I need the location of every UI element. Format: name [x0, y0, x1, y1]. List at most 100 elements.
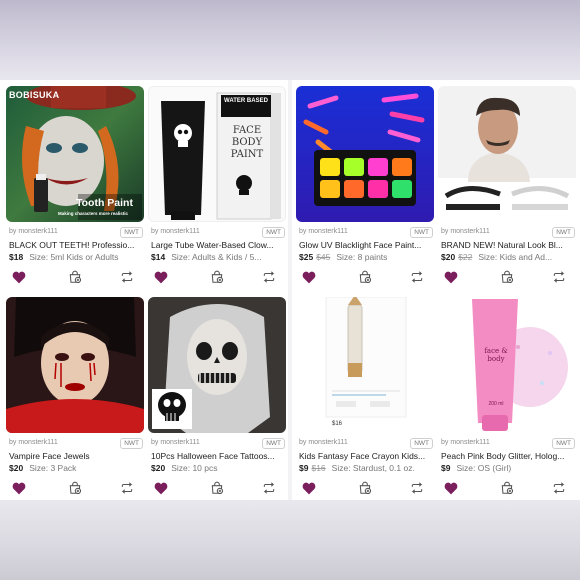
listing-title[interactable]: Glow UV Blacklight Face Paint... [299, 240, 433, 250]
listing-price: $9 [441, 463, 451, 473]
bag-plus-icon[interactable] [66, 268, 84, 286]
seller-row: by monsterk111 NWT [9, 438, 143, 450]
listing-title[interactable]: Peach Pink Body Glitter, Holog... [441, 451, 575, 461]
heart-icon[interactable] [152, 268, 170, 286]
price-row: $9 Size: OS (Girl) [441, 463, 575, 473]
heart-icon[interactable] [300, 268, 318, 286]
condition-badge: NWT [120, 438, 143, 449]
condition-badge: NWT [552, 438, 575, 449]
condition-badge: NWT [410, 227, 433, 238]
listing-title[interactable]: 10Pcs Halloween Face Tattoos... [151, 451, 285, 461]
listing-card[interactable]: by monsterk111 NWT 10Pcs Halloween Face … [148, 293, 286, 499]
listing-card[interactable]: BOBISUKA Tooth Paint Making characters m… [6, 82, 144, 288]
original-price: $16 [311, 463, 326, 473]
seller-name[interactable]: by monsterk111 [151, 439, 200, 446]
listing-image[interactable]: WATER BASED FACE BODY PAINT [148, 86, 286, 222]
bag-plus-icon[interactable] [208, 479, 226, 497]
seller-name[interactable]: by monsterk111 [9, 439, 58, 446]
card-actions [148, 479, 286, 497]
listing-card[interactable]: WATER BASED FACE BODY PAINT by monsterk1… [148, 82, 286, 288]
seller-row: by monsterk111 NWT [299, 227, 433, 239]
bag-plus-icon[interactable] [356, 479, 374, 497]
bag-plus-icon[interactable] [356, 268, 374, 286]
listing-image[interactable] [296, 86, 434, 222]
seller-row: by monsterk111 NWT [9, 227, 143, 239]
repeat-icon[interactable] [408, 268, 426, 286]
listing-size: Size: 10 pcs [171, 463, 218, 473]
card-actions [296, 479, 434, 497]
listing-title[interactable]: Vampire Face Jewels [9, 451, 143, 461]
repeat-icon[interactable] [118, 479, 136, 497]
repeat-icon[interactable] [260, 479, 278, 497]
listing-price: $20 [441, 252, 456, 262]
listing-price: $20 [9, 463, 24, 473]
listing-image[interactable]: BOBISUKA Tooth Paint Making characters m… [6, 86, 144, 222]
listing-price: $25 [299, 252, 314, 262]
photo-frame-bottom [0, 500, 580, 580]
listing-title[interactable]: Large Tube Water-Based Clow... [151, 240, 285, 250]
seller-row: by monsterk111 NWT [299, 438, 433, 450]
card-actions [148, 268, 286, 286]
listing-size: Size: 5ml Kids or Adults [29, 252, 119, 262]
repeat-icon[interactable] [550, 479, 568, 497]
listing-card[interactable]: face & body 200 ml by monsterk111 NWT Pe… [438, 293, 576, 499]
seller-row: by monsterk111 NWT [151, 227, 285, 239]
listing-price: $9 [299, 463, 309, 473]
heart-icon[interactable] [300, 479, 318, 497]
listing-price: $20 [151, 463, 166, 473]
seller-row: by monsterk111 NWT [441, 438, 575, 450]
listing-image[interactable] [6, 297, 144, 433]
repeat-icon[interactable] [118, 268, 136, 286]
listing-card[interactable]: by monsterk111 NWT BRAND NEW! Natural Lo… [438, 82, 576, 288]
photo-frame-top [0, 0, 580, 80]
bag-plus-icon[interactable] [498, 479, 516, 497]
heart-icon[interactable] [442, 268, 460, 286]
original-price: $22 [458, 252, 473, 262]
listing-title[interactable]: BLACK OUT TEETH! Professio... [9, 240, 143, 250]
condition-badge: NWT [262, 438, 285, 449]
price-row: $20 $22 Size: Kids and Ad... [441, 252, 575, 262]
bag-plus-icon[interactable] [498, 268, 516, 286]
price-row: $25 $45 Size: 8 paints [299, 252, 433, 262]
seller-name[interactable]: by monsterk111 [299, 439, 348, 446]
heart-icon[interactable] [442, 479, 460, 497]
listing-card[interactable]: by monsterk111 NWT Glow UV Blacklight Fa… [296, 82, 434, 288]
listing-size: Size: 8 paints [336, 252, 388, 262]
heart-icon[interactable] [10, 268, 28, 286]
box-label: WATER BASED [224, 98, 268, 104]
seller-name[interactable]: by monsterk111 [9, 228, 58, 235]
repeat-icon[interactable] [260, 268, 278, 286]
listing-card[interactable]: by monsterk111 NWT Vampire Face Jewels $… [6, 293, 144, 499]
listing-size: Size: Stardust, 0.1 oz. [331, 463, 415, 473]
listing-title[interactable]: BRAND NEW! Natural Look Bl... [441, 240, 575, 250]
card-actions [296, 268, 434, 286]
listing-size: Size: 3 Pack [29, 463, 77, 473]
card-actions [6, 479, 144, 497]
price-row: $9 $16 Size: Stardust, 0.1 oz. [299, 463, 433, 473]
price-row: $14 Size: Adults & Kids / 5... [151, 252, 285, 262]
seller-name[interactable]: by monsterk111 [441, 228, 490, 235]
tube-volume: 200 ml [488, 401, 504, 407]
listing-card[interactable]: $16 by monsterk111 NWT Kids Fantasy Face… [296, 293, 434, 499]
image-price-text: $16 [332, 421, 343, 427]
heart-icon[interactable] [10, 479, 28, 497]
repeat-icon[interactable] [408, 479, 426, 497]
listing-image[interactable] [438, 86, 576, 222]
image-subline: Making characters more realistic [58, 211, 129, 216]
repeat-icon[interactable] [550, 268, 568, 286]
condition-badge: NWT [552, 227, 575, 238]
listing-image[interactable]: face & body 200 ml [438, 297, 576, 433]
box-big-text: FACE BODY PAINT [230, 125, 264, 160]
listing-title[interactable]: Kids Fantasy Face Crayon Kids... [299, 451, 433, 461]
condition-badge: NWT [120, 227, 143, 238]
seller-name[interactable]: by monsterk111 [441, 439, 490, 446]
listing-size: Size: OS (Girl) [456, 463, 512, 473]
seller-name[interactable]: by monsterk111 [299, 228, 348, 235]
heart-icon[interactable] [152, 479, 170, 497]
bag-plus-icon[interactable] [66, 479, 84, 497]
bag-plus-icon[interactable] [208, 268, 226, 286]
listing-grid-screen: BOBISUKA Tooth Paint Making characters m… [0, 80, 580, 500]
seller-name[interactable]: by monsterk111 [151, 228, 200, 235]
listing-image[interactable]: $16 [296, 297, 434, 433]
listing-image[interactable] [148, 297, 286, 433]
